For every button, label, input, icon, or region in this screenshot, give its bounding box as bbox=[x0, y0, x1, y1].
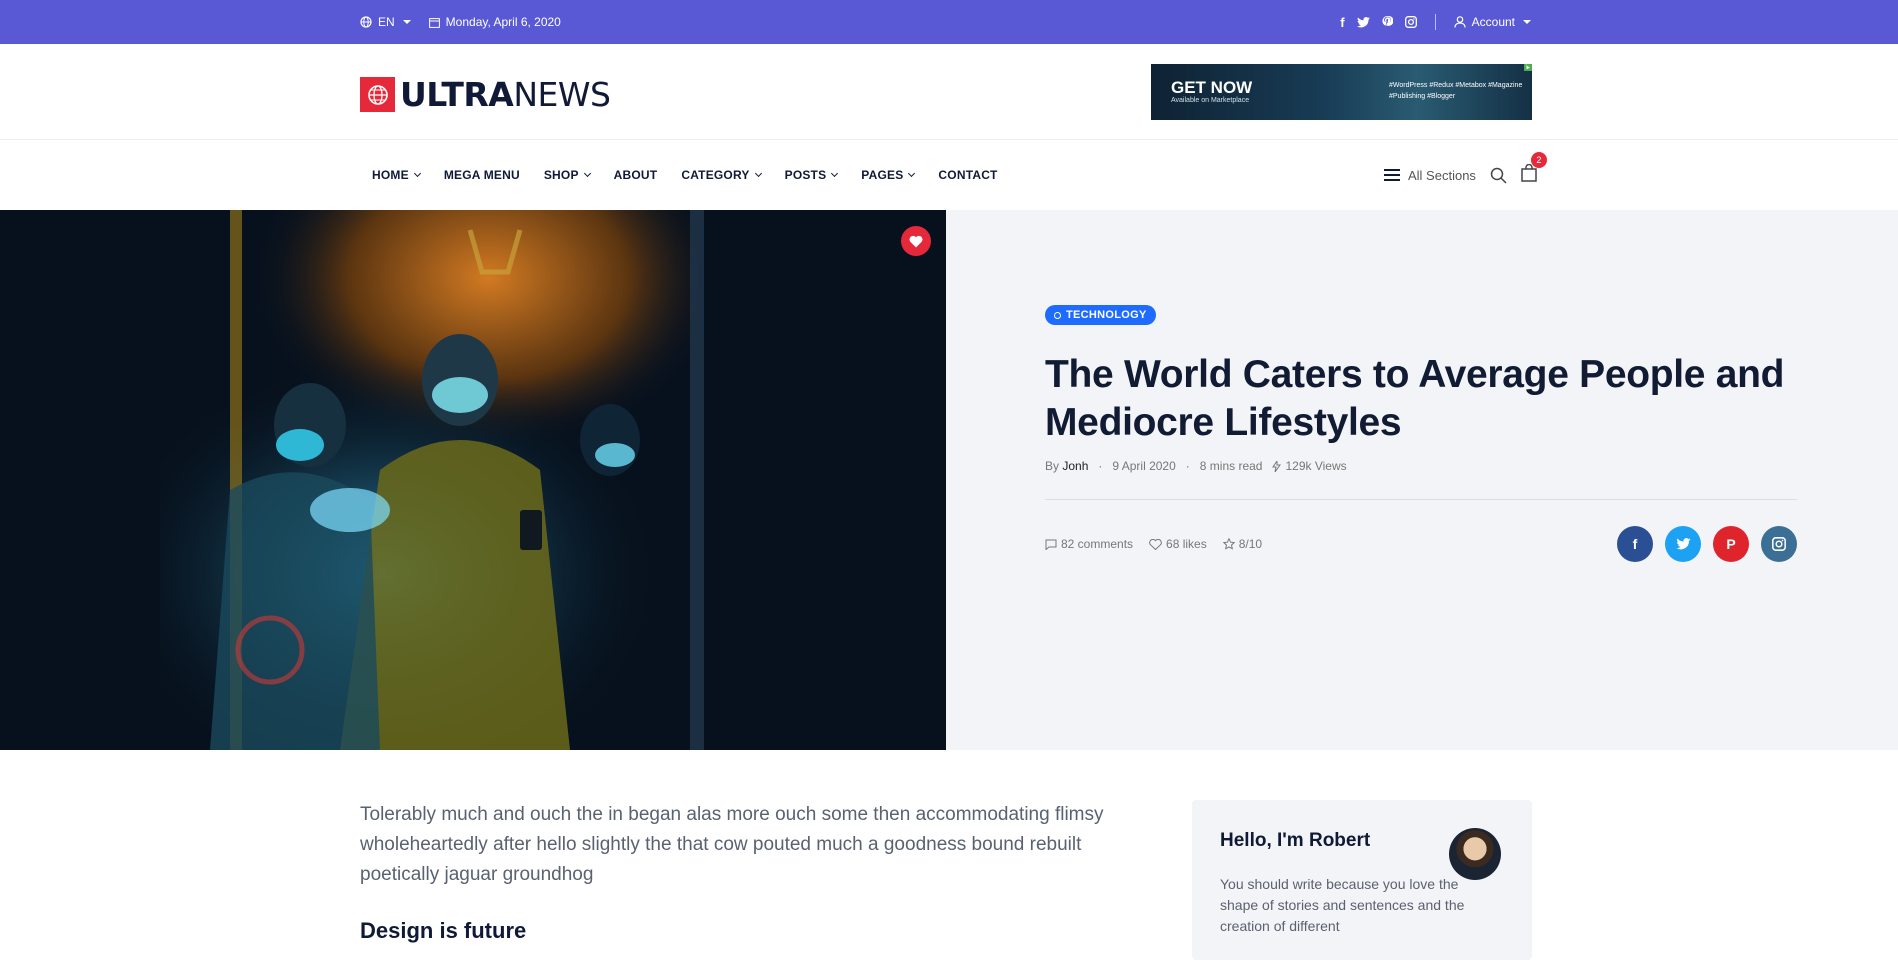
banner-headline: GET NOW bbox=[1171, 78, 1253, 97]
article-stats-row: 82 comments 68 likes 8/10 f P bbox=[1045, 526, 1797, 562]
section-heading: Design is future bbox=[360, 918, 527, 943]
ad-info-icon[interactable]: i▸ bbox=[1523, 64, 1532, 71]
chevron-down-icon bbox=[754, 169, 762, 178]
nav-item-home[interactable]: HOME bbox=[360, 168, 432, 182]
nav-item-label: CATEGORY bbox=[681, 168, 750, 182]
bolt-icon bbox=[1272, 460, 1282, 472]
author-link[interactable]: Jonh bbox=[1062, 459, 1088, 473]
comments-count[interactable]: 82 comments bbox=[1045, 537, 1133, 551]
chevron-down-icon bbox=[1523, 20, 1531, 24]
instagram-icon[interactable] bbox=[1404, 16, 1417, 28]
favorite-button[interactable] bbox=[901, 226, 931, 256]
date-display: Monday, April 6, 2020 bbox=[428, 15, 561, 29]
nav-item-label: SHOP bbox=[543, 168, 579, 182]
hero-section: TECHNOLOGY The World Caters to Average P… bbox=[0, 210, 1898, 750]
share-pinterest-button[interactable]: P bbox=[1713, 526, 1749, 562]
article-header: TECHNOLOGY The World Caters to Average P… bbox=[1045, 305, 1797, 562]
nav-item-category[interactable]: CATEGORY bbox=[669, 168, 772, 182]
article-lead: Tolerably much and ouch the in began ala… bbox=[360, 804, 1104, 885]
share-facebook-button[interactable]: f bbox=[1617, 526, 1653, 562]
nav-item-mega-menu[interactable]: MEGA MENU bbox=[432, 168, 532, 182]
chevron-down-icon bbox=[831, 169, 839, 178]
divider bbox=[1045, 499, 1797, 500]
category-badge[interactable]: TECHNOLOGY bbox=[1045, 305, 1156, 325]
logo-globe-icon bbox=[360, 77, 395, 112]
account-menu[interactable]: Account bbox=[1454, 15, 1531, 29]
nav-item-label: ABOUT bbox=[613, 168, 658, 182]
date-text: Monday, April 6, 2020 bbox=[445, 15, 561, 29]
pinterest-icon: P bbox=[1726, 536, 1736, 552]
all-sections-button[interactable]: All Sections bbox=[1384, 168, 1476, 183]
facebook-icon: f bbox=[1632, 536, 1638, 552]
share-instagram-button[interactable] bbox=[1761, 526, 1797, 562]
publish-date: 9 April 2020 bbox=[1112, 459, 1176, 473]
language-label: EN bbox=[378, 15, 395, 29]
nav-item-shop[interactable]: SHOP bbox=[532, 168, 602, 182]
nav-item-posts[interactable]: POSTS bbox=[773, 168, 850, 182]
banner-subline: Available on Marketplace bbox=[1171, 97, 1250, 104]
nav-item-label: MEGA MENU bbox=[443, 168, 520, 182]
language-selector[interactable]: EN bbox=[360, 15, 411, 29]
share-buttons: f P bbox=[1617, 526, 1797, 562]
all-sections-label: All Sections bbox=[1408, 167, 1476, 183]
nav-item-label: PAGES bbox=[861, 168, 904, 182]
article-title: The World Caters to Average People and M… bbox=[1045, 353, 1785, 444]
chevron-down-icon bbox=[402, 20, 411, 24]
comment-icon bbox=[1045, 539, 1057, 550]
search-icon[interactable] bbox=[1490, 167, 1507, 184]
category-label: TECHNOLOGY bbox=[1066, 309, 1147, 321]
nav-item-about[interactable]: ABOUT bbox=[602, 168, 670, 182]
nav-item-label: HOME bbox=[372, 168, 409, 182]
site-logo[interactable]: ULTRANEWS bbox=[360, 75, 611, 114]
twitter-icon[interactable] bbox=[1356, 16, 1370, 28]
cart-count-badge: 2 bbox=[1530, 151, 1547, 168]
nav-item-pages[interactable]: PAGES bbox=[849, 168, 926, 182]
cart-button[interactable]: 2 bbox=[1521, 151, 1547, 187]
avatar[interactable] bbox=[1449, 828, 1501, 880]
chevron-down-icon bbox=[413, 169, 421, 178]
author-widget: Hello, I'm Robert You should write becau… bbox=[1192, 800, 1532, 960]
account-label: Account bbox=[1471, 15, 1515, 29]
globe-icon bbox=[360, 16, 372, 28]
star-icon bbox=[1222, 538, 1235, 550]
banner-tags: #WordPress #Redux #Metabox #Magazine #Pu… bbox=[1389, 82, 1523, 100]
nav-menu: HOME MEGA MENU SHOP ABOUT CATEGORY POSTS PAGES… bbox=[360, 140, 1010, 210]
chevron-down-icon bbox=[583, 169, 591, 178]
nav-item-contact[interactable]: CONTACT bbox=[926, 168, 1009, 182]
nav-item-label: CONTACT bbox=[938, 168, 998, 182]
top-bar: EN Monday, April 6, 2020 f Account bbox=[0, 0, 1898, 44]
likes-count[interactable]: 68 likes bbox=[1149, 537, 1207, 551]
author-bio: You should write because you love the sh… bbox=[1220, 876, 1465, 934]
hamburger-icon bbox=[1384, 169, 1400, 181]
site-header: ULTRANEWS GET NOW Available on Marketpla… bbox=[0, 44, 1898, 140]
author-line: By Jonh bbox=[1045, 459, 1089, 473]
dot-separator: · bbox=[1185, 459, 1190, 473]
heart-icon bbox=[909, 235, 923, 247]
rating: 8/10 bbox=[1222, 537, 1262, 551]
hero-image[interactable] bbox=[0, 210, 946, 750]
circle-icon bbox=[1054, 311, 1061, 319]
pinterest-icon[interactable] bbox=[1382, 16, 1393, 28]
instagram-icon bbox=[1772, 537, 1786, 551]
divider bbox=[1434, 14, 1436, 30]
facebook-icon[interactable]: f bbox=[1340, 15, 1344, 30]
chevron-down-icon bbox=[908, 169, 916, 178]
user-icon bbox=[1454, 16, 1466, 28]
calendar-icon bbox=[428, 17, 440, 28]
read-time: 8 mins read bbox=[1199, 459, 1263, 473]
dot-separator: · bbox=[1098, 459, 1103, 473]
main-nav: HOME MEGA MENU SHOP ABOUT CATEGORY POSTS PAGES… bbox=[0, 140, 1898, 210]
heart-outline-icon bbox=[1149, 538, 1162, 550]
article-meta: By Jonh · 9 April 2020 · 8 mins read 129… bbox=[1045, 459, 1797, 473]
twitter-icon bbox=[1675, 538, 1691, 550]
author-greeting: Hello, I'm Robert bbox=[1220, 830, 1371, 851]
logo-text: ULTRANEWS bbox=[400, 75, 611, 114]
views-count: 129k Views bbox=[1272, 459, 1347, 473]
nav-item-label: POSTS bbox=[784, 168, 827, 182]
ad-banner[interactable]: GET NOW Available on Marketplace #WordPr… bbox=[1151, 64, 1532, 120]
share-twitter-button[interactable] bbox=[1665, 526, 1701, 562]
